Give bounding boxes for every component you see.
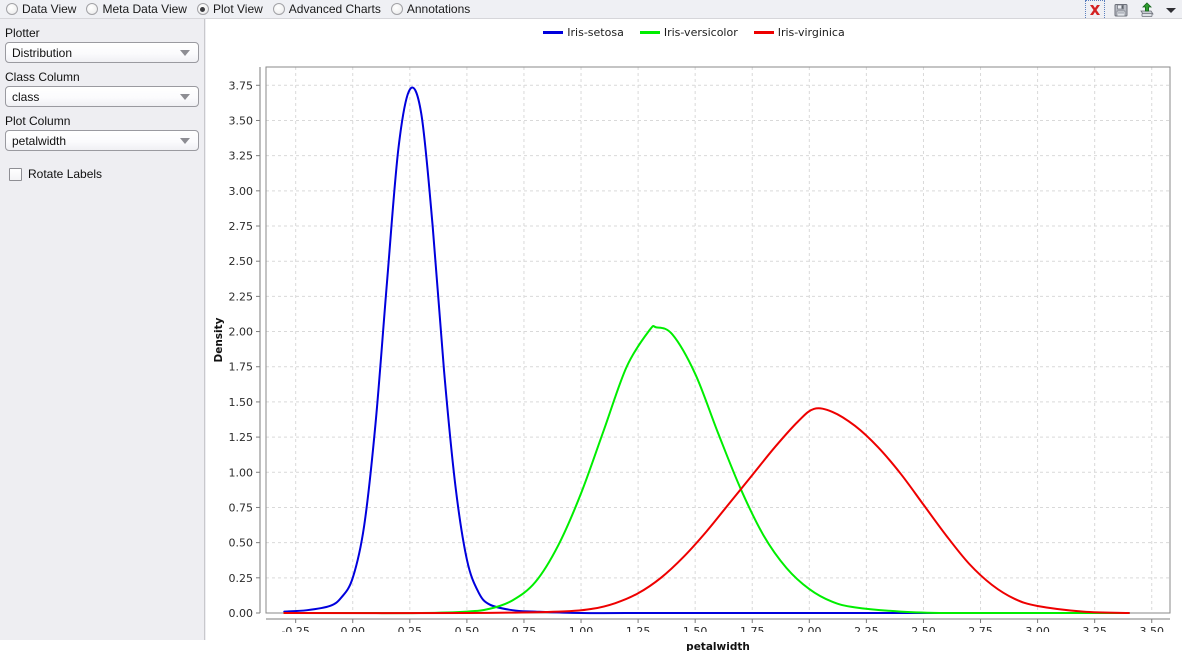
class-column-value: class xyxy=(12,89,40,104)
view-radio-group: Data View Meta Data View Plot View Advan… xyxy=(6,0,470,18)
legend-label: Iris-virginica xyxy=(777,25,845,39)
y-axis-tick-label: 3.75 xyxy=(229,79,254,92)
chevron-down-icon[interactable] xyxy=(1164,2,1178,18)
rotate-labels-checkbox[interactable] xyxy=(9,167,22,181)
y-axis-tick-label: 3.50 xyxy=(229,114,254,127)
class-column-dropdown[interactable]: class xyxy=(5,86,199,107)
plotter-dropdown[interactable]: Distribution xyxy=(5,42,199,63)
radio-data-view[interactable]: Data View xyxy=(6,0,76,18)
chart-bottom-filler xyxy=(206,632,1182,640)
legend-item-versicolor[interactable]: Iris-versicolor xyxy=(639,25,738,39)
chevron-down-icon xyxy=(180,137,190,144)
y-axis-tick-label: 2.25 xyxy=(229,290,254,303)
save-icon[interactable] xyxy=(1112,1,1130,19)
chevron-shape xyxy=(1166,7,1176,13)
plotter-value: Distribution xyxy=(12,45,73,60)
legend-item-virginica[interactable]: Iris-virginica xyxy=(753,25,845,39)
y-axis-tick-label: 1.00 xyxy=(229,466,254,479)
legend-label: Iris-setosa xyxy=(567,25,624,39)
y-axis-tick-label: 2.00 xyxy=(229,326,254,339)
plotter-label: Plotter xyxy=(5,26,40,40)
radio-icon-selected[interactable] xyxy=(196,3,209,15)
plot-column-dropdown[interactable]: petalwidth xyxy=(5,130,199,151)
density-chart: 0.00 0.25 0.50 0.75 1.00 1.25 1.50 1.75 2.00 2.25… xyxy=(213,66,1171,651)
delete-icon[interactable] xyxy=(1085,0,1105,20)
y-axis-tick-label: 0.50 xyxy=(229,537,254,550)
export-icon[interactable] xyxy=(1138,1,1156,19)
y-axis-tick-label: 0.25 xyxy=(229,572,254,585)
legend-swatch-setosa xyxy=(543,30,564,34)
plot-column-label: Plot Column xyxy=(5,114,71,128)
legend-item-setosa[interactable]: Iris-setosa xyxy=(543,26,624,39)
radio-label: Advanced Charts xyxy=(288,2,381,16)
radio-label: Annotations xyxy=(406,2,471,16)
y-axis-tick-label: 1.75 xyxy=(229,361,254,374)
chevron-down-icon xyxy=(180,93,190,100)
toolbar-actions xyxy=(1085,0,1178,20)
y-axis-tick-label: 3.00 xyxy=(229,185,254,198)
plot-column-value: petalwidth xyxy=(12,133,67,148)
y-axis-tick-label: 3.25 xyxy=(229,150,254,163)
radio-icon[interactable] xyxy=(86,3,99,15)
radio-icon[interactable] xyxy=(6,3,18,15)
y-axis-tick-label: 2.75 xyxy=(229,220,254,233)
plot-options-sidebar: Plotter Distribution Class Column class … xyxy=(0,19,205,640)
rotate-labels-label: Rotate Labels xyxy=(28,167,103,181)
view-toolbar: Data View Meta Data View Plot View Advan… xyxy=(0,0,1182,20)
legend-swatch-versicolor xyxy=(639,30,660,34)
radio-label: Meta Data View xyxy=(102,2,187,16)
legend-swatch-virginica xyxy=(753,30,774,34)
distribution-plot-pane: Iris-setosa Iris-versicolor Iris-virgini… xyxy=(206,19,1182,651)
radio-icon[interactable] xyxy=(272,3,285,15)
rotate-labels-row[interactable]: Rotate Labels xyxy=(9,167,204,181)
y-axis-tick-label: 2.50 xyxy=(229,255,254,268)
plot-view-window: Data View Meta Data View Plot View Advan… xyxy=(0,0,1182,651)
radio-annotations[interactable]: Annotations xyxy=(390,0,471,18)
y-axis-tick-label: 0.00 xyxy=(229,607,254,620)
radio-advanced-charts[interactable]: Advanced Charts xyxy=(272,0,381,18)
radio-label: Data View xyxy=(22,2,77,16)
y-axis-title: Density xyxy=(213,317,225,362)
x-axis-title: petalwidth xyxy=(686,641,750,651)
radio-plot-view[interactable]: Plot View xyxy=(196,0,263,18)
radio-icon[interactable] xyxy=(390,3,403,15)
radio-meta-data-view[interactable]: Meta Data View xyxy=(86,0,187,18)
class-column-label: Class Column xyxy=(5,70,80,84)
y-axis-tick-label: 0.75 xyxy=(229,501,254,514)
legend-label: Iris-versicolor xyxy=(663,25,738,39)
radio-label: Plot View xyxy=(212,2,263,16)
y-axis-tick-label: 1.50 xyxy=(229,396,254,409)
chevron-down-icon xyxy=(180,49,190,56)
y-axis-tick-label: 1.25 xyxy=(229,431,254,444)
